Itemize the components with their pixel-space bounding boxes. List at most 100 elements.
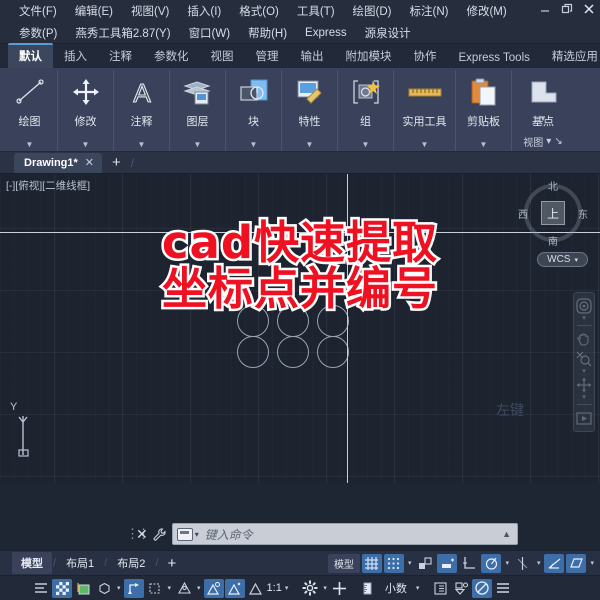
wcs-dropdown[interactable]: WCS ▾	[537, 252, 588, 267]
ribbon-tab-express-tools[interactable]: Express Tools	[448, 49, 541, 68]
object-snap-toggle[interactable]	[459, 554, 479, 573]
transparency-toggle[interactable]	[52, 578, 72, 598]
circle-entity[interactable]	[317, 336, 349, 368]
panel-clipboard-expand-icon[interactable]: ▼	[480, 141, 488, 149]
dynamic-input-toggle[interactable]	[544, 553, 565, 573]
view-cube[interactable]: 上 北 南 西 东	[518, 178, 588, 248]
menu-yuanquan-design[interactable]: 源泉设计	[356, 23, 420, 43]
view-cube-east-label[interactable]: 东	[578, 206, 588, 221]
panel-utilities[interactable]: 实用工具 ▼	[394, 70, 456, 151]
panel-modify-expand-icon[interactable]: ▼	[82, 141, 90, 149]
new-document-button[interactable]: +	[102, 155, 131, 170]
panel-annotation[interactable]: A 注释 ▼	[114, 70, 170, 151]
panel-draw[interactable]: 绘图 ▼	[2, 70, 58, 151]
pan-hand-icon[interactable]	[575, 330, 593, 348]
annotation-scale-value[interactable]: 1:1	[267, 582, 282, 594]
menu-edit[interactable]: 编辑(E)	[66, 1, 122, 21]
panel-modify[interactable]: 修改 ▼	[58, 70, 114, 151]
menu-insert[interactable]: 插入(I)	[178, 1, 230, 21]
panel-draw-expand-icon[interactable]: ▼	[26, 141, 34, 149]
panel-layer[interactable]: 图层 ▼	[170, 70, 226, 151]
customization-menu-icon[interactable]	[493, 579, 513, 598]
menu-file[interactable]: 文件(F)	[10, 1, 66, 21]
lineweight-toggle[interactable]	[566, 553, 587, 573]
ribbon-tab-insert[interactable]: 插入	[53, 45, 98, 68]
ribbon-tab-annotate[interactable]: 注释	[98, 45, 143, 68]
grid-display-toggle[interactable]	[361, 553, 382, 573]
selection-cycling-icon[interactable]	[145, 579, 165, 598]
chevron-down-icon[interactable]: ▾	[582, 315, 586, 322]
menu-help[interactable]: 帮助(H)	[239, 23, 296, 43]
chevron-down-icon[interactable]: ▾	[574, 256, 578, 264]
ortho-mode-toggle[interactable]	[415, 554, 435, 573]
menu-view[interactable]: 视图(V)	[122, 1, 178, 21]
viewport-control-label[interactable]: [-][俯视][二维线框]	[6, 178, 90, 193]
chevron-down-icon[interactable]: ▾	[283, 584, 291, 592]
menu-express[interactable]: Express	[296, 25, 356, 41]
snap-mode-toggle[interactable]	[383, 553, 404, 573]
ribbon-tab-addins[interactable]: 附加模块	[335, 45, 403, 68]
isolate-objects-icon[interactable]	[31, 579, 51, 598]
isometric-drafting-icon[interactable]	[73, 579, 93, 598]
circle-entity[interactable]	[237, 336, 269, 368]
menu-parametric[interactable]: 参数(P)	[10, 23, 66, 43]
show-motion-icon[interactable]	[575, 409, 593, 427]
menu-dimension[interactable]: 标注(N)	[401, 1, 458, 21]
panel-group-expand-icon[interactable]: ▼	[362, 141, 370, 149]
add-toolbar-button[interactable]	[330, 579, 350, 598]
chevron-down-icon[interactable]: ▾	[582, 394, 586, 401]
view-cube-top-face[interactable]: 上	[541, 201, 565, 225]
drawing-canvas[interactable]: [-][俯视][二维线框] 左键 Y 上 北 南 西 东 WCS ▾ ▾ ▾ ▾…	[0, 174, 600, 483]
panel-clipboard[interactable]: 剪贴板 ▼	[456, 70, 512, 151]
view-cube-west-label[interactable]: 西	[518, 206, 528, 221]
document-tab-drawing1[interactable]: Drawing1* ✕	[14, 152, 103, 173]
navigation-bar[interactable]: ▾ ▾ ▾	[573, 292, 595, 432]
ribbon-tab-output[interactable]: 输出	[290, 45, 335, 68]
layout-tab-2[interactable]: 布局2	[108, 552, 154, 574]
minimize-icon[interactable]	[538, 2, 552, 16]
panel-block-expand-icon[interactable]: ▼	[250, 141, 258, 149]
menu-draw[interactable]: 绘图(D)	[344, 1, 401, 21]
chevron-down-icon[interactable]: ▾	[195, 530, 199, 539]
panel-layer-expand-icon[interactable]: ▼	[194, 141, 202, 149]
restore-icon[interactable]	[560, 2, 574, 16]
panel-group[interactable]: 组 ▼	[338, 70, 394, 151]
object-snap-tracking-toggle[interactable]	[481, 553, 502, 573]
dynamic-ucs-toggle[interactable]	[513, 554, 533, 573]
menu-format[interactable]: 格式(O)	[230, 1, 288, 21]
chevron-down-icon[interactable]: ▾	[166, 584, 174, 592]
chevron-down-icon[interactable]: ▾	[546, 136, 551, 147]
circle-entity[interactable]	[317, 305, 349, 337]
isolate-objects-status-icon[interactable]	[451, 579, 471, 598]
command-history-icon[interactable]	[176, 527, 193, 541]
close-icon[interactable]: ✕	[136, 526, 148, 543]
ribbon-tab-manage[interactable]: 管理	[245, 45, 290, 68]
annotation-scale-list-icon[interactable]	[246, 579, 266, 598]
view-cube-north-label[interactable]: 北	[518, 178, 588, 193]
menu-modify[interactable]: 修改(M)	[457, 1, 515, 21]
zoom-icon[interactable]	[575, 350, 593, 368]
orbit-icon[interactable]	[575, 376, 593, 394]
chevron-down-icon[interactable]: ▾	[414, 584, 430, 592]
chevron-down-icon[interactable]: ▾	[406, 559, 414, 567]
polar-tracking-toggle[interactable]	[437, 553, 458, 573]
steering-wheel-icon[interactable]	[575, 297, 593, 315]
command-input-box[interactable]: ▾ 键入命令 ▲	[171, 523, 518, 545]
chevron-up-icon[interactable]: ▲	[502, 529, 511, 539]
chevron-down-icon[interactable]: ▾	[588, 559, 596, 567]
ribbon-tab-default[interactable]: 默认	[8, 43, 53, 68]
circle-entity[interactable]	[277, 336, 309, 368]
wrench-icon[interactable]	[153, 527, 166, 541]
view-cube-south-label[interactable]: 南	[518, 233, 588, 248]
panel-block[interactable]: 块 ▼	[226, 70, 282, 151]
panel-properties-expand-icon[interactable]: ▼	[306, 141, 314, 149]
ribbon-tab-featured-apps[interactable]: 精选应用	[541, 45, 600, 68]
chevron-down-icon[interactable]: ▾	[535, 559, 543, 567]
new-layout-button[interactable]: +	[159, 555, 184, 572]
quick-properties-icon[interactable]	[430, 579, 450, 598]
chevron-down-icon[interactable]: ▾	[503, 559, 511, 567]
model-space-chip[interactable]: 模型	[327, 553, 360, 573]
chevron-down-icon[interactable]: ▾	[115, 584, 123, 592]
panel-basepoint-view-row[interactable]: 视图 ▾ ↘	[523, 134, 562, 149]
panel-properties[interactable]: 特性 ▼	[282, 70, 338, 151]
